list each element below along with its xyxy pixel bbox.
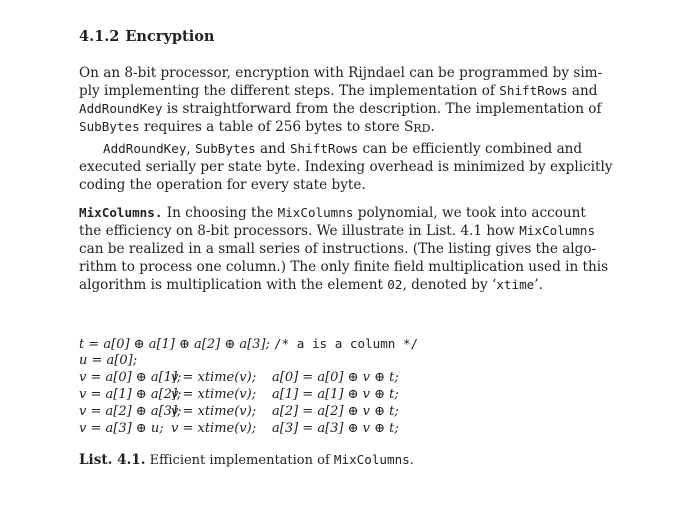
caption-end: . xyxy=(409,453,414,468)
paragraph-2-line-1: AddRoundKey, SubBytes and ShiftRows can … xyxy=(103,140,582,158)
paragraph-heading-mixcolumns: MixColumns. xyxy=(79,205,163,220)
section-number: 4.1.2 xyxy=(79,28,120,45)
listing-row: v = a[0] ⊕ a[1];v = xtime(v); a[0] = a[0]… xyxy=(79,369,399,386)
listing-cell: v = xtime(v); xyxy=(171,404,257,419)
code-addroundkey: AddRoundKey xyxy=(103,141,187,156)
listing-cell: a[1] = a[1] ⊕ v ⊕ t; xyxy=(272,387,399,402)
text: the efficiency on 8-bit processors. We i… xyxy=(79,223,515,239)
listing-caption: List. 4.1. Efficient implementation of M… xyxy=(79,452,414,468)
caption-label: List. 4.1. xyxy=(79,452,146,468)
listing-row: v = a[2] ⊕ a[3];v = xtime(v); a[2] = a[2]… xyxy=(79,403,399,420)
text: rithm to process one column.) The only f… xyxy=(79,259,609,275)
paragraph-1-line-1: On an 8-bit processor, encryption with R… xyxy=(79,64,602,82)
listing-line-1: t = a[0] ⊕ a[1] ⊕ a[2] ⊕ a[3]; /* a is a… xyxy=(79,335,418,353)
text: ply implementing the different steps. Th… xyxy=(79,83,495,99)
text: requires a table of 256 bytes to store S xyxy=(144,119,414,135)
code-subbytes: SubBytes xyxy=(195,141,256,156)
paragraph-3-line-4: rithm to process one column.) The only f… xyxy=(79,258,608,276)
listing-cell: v = xtime(v); xyxy=(171,387,257,402)
text: ’. xyxy=(534,277,543,293)
code-mixcolumns: MixColumns xyxy=(333,452,410,467)
section-heading: 4.1.2 Encryption xyxy=(79,28,214,45)
listing-cell: v = a[1] ⊕ a[2]; xyxy=(79,387,182,402)
text: can be efficiently combined and xyxy=(358,141,583,157)
text: In choosing the xyxy=(166,205,274,221)
text: executed serially per state byte. Indexi… xyxy=(79,159,613,175)
text: and xyxy=(571,83,598,99)
paragraph-1-line-2: ply implementing the different steps. Th… xyxy=(79,82,597,100)
listing-cell: v = a[3] ⊕ u; xyxy=(79,421,164,436)
listing-row: v = a[1] ⊕ a[2];v = xtime(v); a[1] = a[1]… xyxy=(79,386,399,403)
listing-line-2: u = a[0]; xyxy=(79,352,137,369)
code-mixcolumns: MixColumns xyxy=(277,205,354,220)
subscript-rd: RD xyxy=(413,122,431,135)
section-title: Encryption xyxy=(125,28,215,45)
code-addroundkey: AddRoundKey xyxy=(79,101,163,116)
text: coding the operation for every state byt… xyxy=(79,177,366,193)
code-02: 02 xyxy=(387,277,403,292)
text: is straightforward from the description.… xyxy=(166,101,602,117)
text: polynomial, we took into account xyxy=(357,205,586,221)
text: , denoted by ‘ xyxy=(402,277,497,293)
listing-cell: a[0] = a[0] ⊕ v ⊕ t; xyxy=(272,370,399,385)
text: algorithm is multiplication with the ele… xyxy=(79,277,383,293)
code-shiftrows: ShiftRows xyxy=(499,83,568,98)
paragraph-2-line-2: executed serially per state byte. Indexi… xyxy=(79,158,613,176)
paragraph-1-line-4: SubBytes requires a table of 256 bytes t… xyxy=(79,118,435,138)
code-subbytes: SubBytes xyxy=(79,119,140,134)
code-xtime: xtime xyxy=(496,277,535,292)
listing-cell: a[2] = a[2] ⊕ v ⊕ t; xyxy=(272,404,399,419)
text: On an 8-bit processor, encryption with R… xyxy=(79,65,603,81)
paragraph-3-line-5: algorithm is multiplication with the ele… xyxy=(79,276,543,294)
code-shiftrows: ShiftRows xyxy=(289,141,359,156)
text: and xyxy=(255,141,290,157)
paragraph-3-line-2: the efficiency on 8-bit processors. We i… xyxy=(79,222,595,240)
code-mixcolumns: MixColumns xyxy=(519,223,596,238)
listing-statement: u = a[0]; xyxy=(79,353,138,368)
listing-cell: v = xtime(v); xyxy=(171,370,257,385)
listing-comment: /* a is a column */ xyxy=(274,336,419,351)
listing-cell: a[3] = a[3] ⊕ v ⊕ t; xyxy=(272,421,399,436)
text: . xyxy=(430,119,435,135)
text: can be realized in a small series of ins… xyxy=(79,241,597,257)
text: , xyxy=(186,141,196,157)
listing-cell: v = a[0] ⊕ a[1]; xyxy=(79,370,182,385)
paragraph-2-line-3: coding the operation for every state byt… xyxy=(79,176,366,194)
listing-statement: t = a[0] ⊕ a[1] ⊕ a[2] ⊕ a[3]; xyxy=(79,337,270,352)
listing-row: v = a[3] ⊕ u; v = xtime(v); a[3] = a[3] ⊕ … xyxy=(79,420,399,437)
paragraph-1-line-3: AddRoundKey is straightforward from the … xyxy=(79,100,602,118)
listing-cell: v = a[2] ⊕ a[3]; xyxy=(79,404,182,419)
paragraph-3-line-1: MixColumns. In choosing the MixColumns p… xyxy=(79,204,586,222)
listing-cell: v = xtime(v); xyxy=(171,421,257,436)
caption-text: Efficient implementation of xyxy=(149,453,330,468)
paragraph-3-line-3: can be realized in a small series of ins… xyxy=(79,240,596,258)
